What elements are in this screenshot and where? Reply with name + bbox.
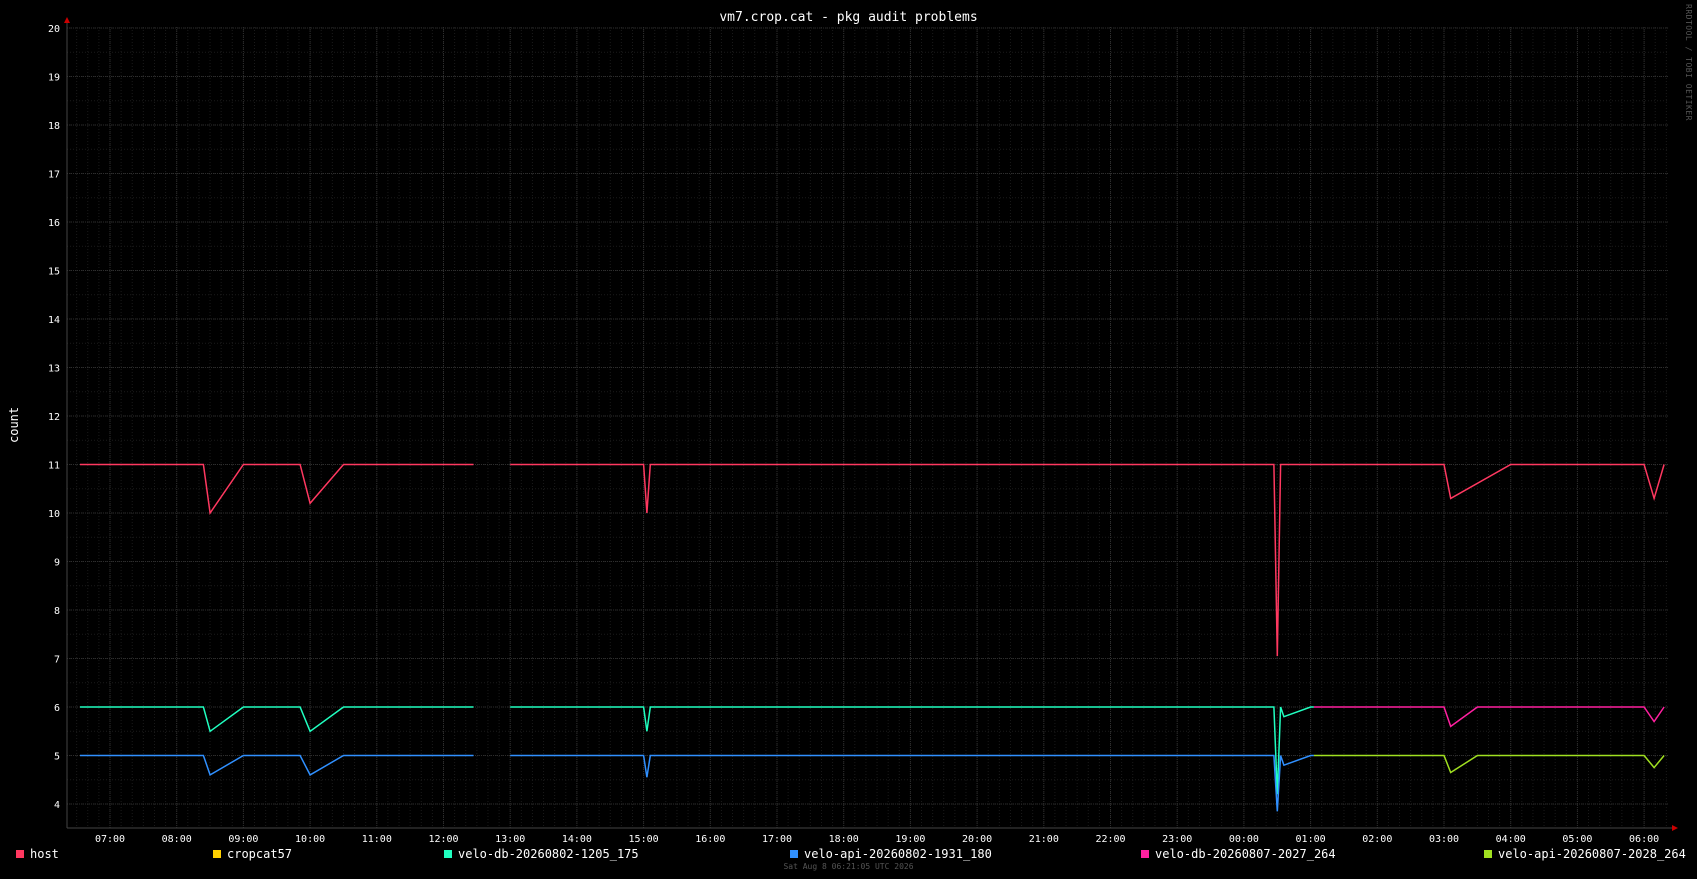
legend-item: host	[16, 847, 59, 861]
x-tick-label: 00:00	[1229, 834, 1259, 845]
legend-label: velo-api-20260807-2028_264	[1498, 847, 1686, 861]
legend-item: velo-api-20260802-1931_180	[790, 847, 992, 861]
y-tick-label: 16	[48, 218, 60, 229]
legend-item: cropcat57	[213, 847, 292, 861]
x-tick-label: 09:00	[228, 834, 258, 845]
legend-label: velo-db-20260802-1205_175	[458, 847, 639, 861]
legend-swatch	[1484, 850, 1492, 858]
series-line-3	[510, 754, 1314, 812]
x-tick-label: 21:00	[1029, 834, 1059, 845]
legend-swatch	[16, 850, 24, 858]
legend-label: velo-api-20260802-1931_180	[804, 847, 992, 861]
legend-swatch	[444, 850, 452, 858]
chart-legend: host cropcat57 velo-db-20260802-1205_175 ve…	[0, 847, 1697, 861]
x-tick-label: 14:00	[562, 834, 592, 845]
y-axis-arrow	[64, 17, 70, 23]
y-tick-label: 18	[48, 121, 60, 132]
x-tick-label: 19:00	[895, 834, 925, 845]
x-tick-label: 02:00	[1362, 834, 1392, 845]
legend-label: host	[30, 847, 59, 861]
y-tick-label: 11	[48, 461, 60, 472]
y-tick-label: 6	[54, 703, 60, 714]
x-tick-label: 06:00	[1629, 834, 1659, 845]
series-line-5	[1313, 754, 1665, 774]
legend-swatch	[1141, 850, 1149, 858]
x-tick-label: 07:00	[95, 834, 125, 845]
x-tick-label: 05:00	[1562, 834, 1592, 845]
x-tick-label: 22:00	[1095, 834, 1125, 845]
y-tick-label: 17	[48, 170, 60, 181]
x-tick-label: 01:00	[1296, 834, 1326, 845]
legend-item: velo-db-20260802-1205_175	[444, 847, 639, 861]
x-tick-label: 11:00	[362, 834, 392, 845]
x-tick-label: 12:00	[428, 834, 458, 845]
y-tick-label: 4	[54, 800, 60, 811]
x-tick-label: 08:00	[162, 834, 192, 845]
x-axis-arrow	[1672, 825, 1678, 831]
legend-item: velo-db-20260807-2027_264	[1141, 847, 1336, 861]
y-tick-label: 13	[48, 364, 60, 375]
y-tick-label: 15	[48, 267, 60, 278]
series-line-2	[510, 706, 1314, 795]
y-tick-label: 8	[54, 606, 60, 617]
y-tick-label: 5	[54, 752, 60, 763]
y-tick-label: 14	[48, 315, 60, 326]
y-tick-label: 7	[54, 655, 60, 666]
legend-label: velo-db-20260807-2027_264	[1155, 847, 1336, 861]
x-tick-label: 04:00	[1496, 834, 1526, 845]
x-tick-label: 20:00	[962, 834, 992, 845]
series-line-2	[80, 706, 474, 733]
y-tick-label: 12	[48, 412, 60, 423]
legend-swatch	[790, 850, 798, 858]
legend-label: cropcat57	[227, 847, 293, 861]
x-tick-label: 17:00	[762, 834, 792, 845]
x-tick-label: 15:00	[629, 834, 659, 845]
chart-plot: 07:00 08:00 09:00 10:00 11:00 12:00 13:00 14:00…	[48, 17, 1678, 845]
legend-item: velo-api-20260807-2028_264	[1484, 847, 1686, 861]
x-tick-label: 18:00	[829, 834, 859, 845]
timestamp-footer: Sat Aug 8 06:21:05 UTC 2026	[783, 862, 914, 871]
x-tick-label: 10:00	[295, 834, 325, 845]
y-tick-label: 20	[48, 24, 60, 35]
y-tick-label: 10	[48, 509, 60, 520]
x-tick-label: 03:00	[1429, 834, 1459, 845]
y-tick-label: 19	[48, 73, 60, 84]
y-tick-label: 9	[54, 558, 60, 569]
x-tick-label: 13:00	[495, 834, 525, 845]
series-line-0	[510, 463, 1665, 657]
x-tick-label: 23:00	[1162, 834, 1192, 845]
x-tick-label: 16:00	[695, 834, 725, 845]
legend-swatch	[213, 850, 221, 858]
